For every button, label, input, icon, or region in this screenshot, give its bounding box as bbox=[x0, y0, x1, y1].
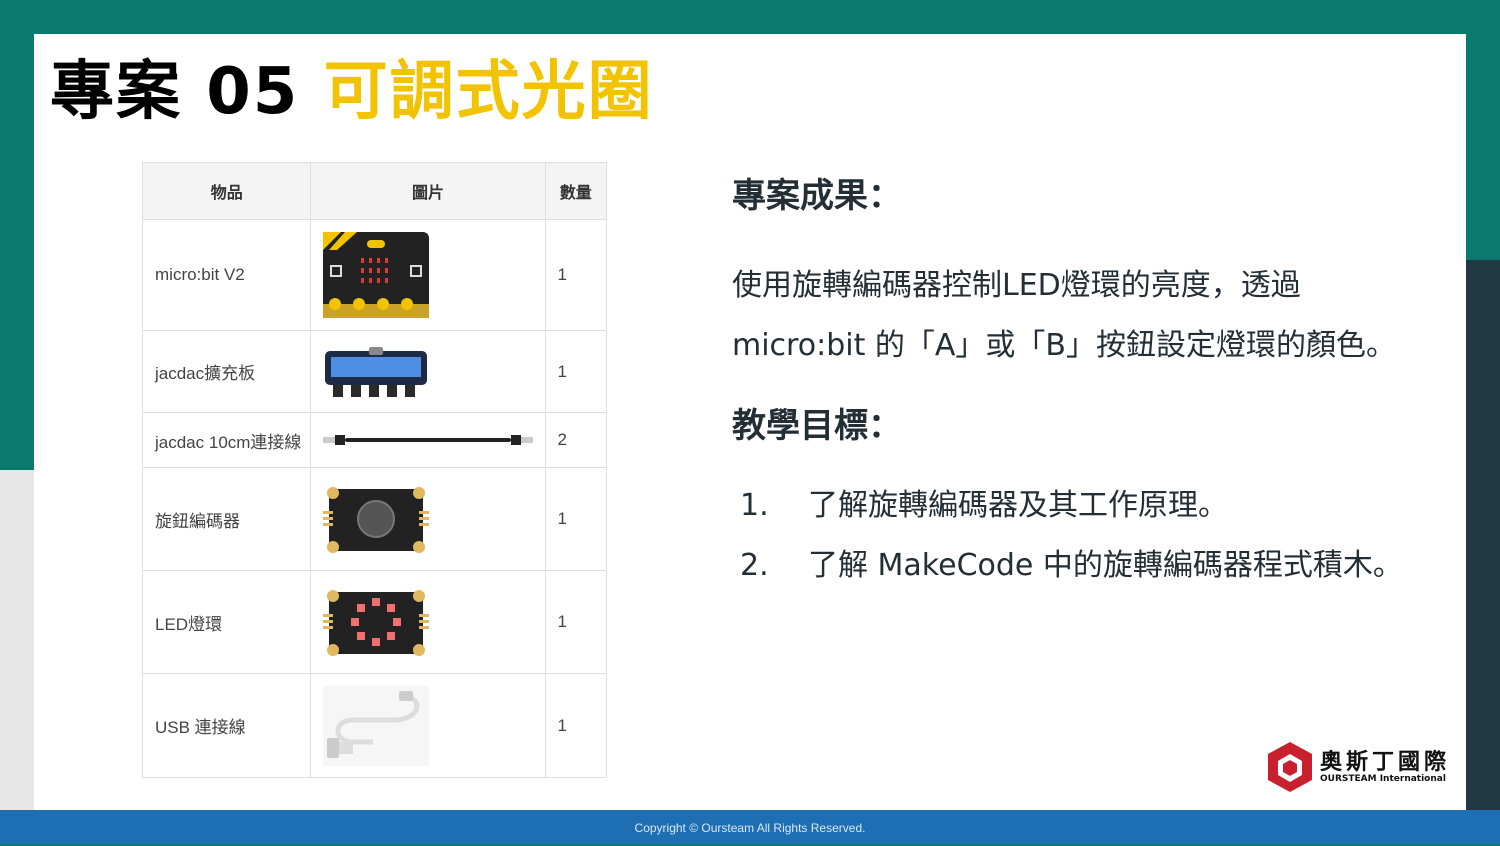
item-name: jacdac 10cm連接線 bbox=[141, 412, 312, 468]
goal-number: 1. bbox=[740, 488, 769, 523]
goals-heading: 教學目標： bbox=[732, 406, 902, 446]
item-name: LED燈環 bbox=[141, 570, 312, 674]
item-name: jacdac擴充板 bbox=[141, 330, 312, 413]
goal-text: 了解旋轉編碼器及其工作原理。 bbox=[808, 488, 1228, 523]
table-row: LED燈環 1 bbox=[141, 570, 608, 674]
item-quantity: 1 bbox=[544, 330, 608, 413]
title-highlight: 可調式光圈 bbox=[323, 55, 654, 129]
item-name: 旋鈕編碼器 bbox=[141, 467, 312, 571]
logo-name: 奧斯丁國際 bbox=[1320, 750, 1451, 775]
header-image: 圖片 bbox=[310, 162, 546, 220]
result-line-1: 使用旋轉編碼器控制LED燈環的亮度，透過 bbox=[732, 268, 1301, 303]
jacdac-expansion-board-image bbox=[310, 330, 546, 413]
result-line-2: micro:bit 的「A」或「B」按鈕設定燈環的顏色。 bbox=[732, 328, 1396, 363]
parts-table: 物品 圖片 數量 micro:bit V2 1 jacdac擴充板 1 jacd… bbox=[141, 162, 608, 778]
footer-copyright: Copyright © Oursteam All Rights Reserved… bbox=[0, 810, 1500, 844]
table-row: jacdac擴充板 1 bbox=[141, 330, 608, 413]
page-title: 專案 05 可調式光圈 bbox=[50, 52, 654, 132]
company-logo: 奧斯丁國際 OURSTEAM International bbox=[1268, 742, 1458, 796]
item-quantity: 1 bbox=[544, 673, 608, 778]
item-quantity: 1 bbox=[544, 219, 608, 331]
microbit-board-image bbox=[310, 219, 546, 331]
goal-number: 2. bbox=[740, 548, 769, 583]
item-quantity: 1 bbox=[544, 570, 608, 674]
background-dark-band bbox=[1460, 260, 1500, 844]
usb-cable-image bbox=[310, 673, 546, 778]
table-row: micro:bit V2 1 bbox=[141, 219, 608, 331]
header-item: 物品 bbox=[141, 162, 312, 220]
result-heading: 專案成果： bbox=[732, 176, 902, 216]
logo-subtitle: OURSTEAM International bbox=[1320, 774, 1446, 784]
result-description: 使用旋轉編碼器控制LED燈環的亮度，透過 micro:bit 的「A」或「B」按… bbox=[732, 256, 1422, 376]
title-prefix: 專案 05 bbox=[50, 55, 324, 129]
item-name: micro:bit V2 bbox=[141, 219, 312, 331]
rotary-encoder-image bbox=[310, 467, 546, 571]
item-quantity: 2 bbox=[544, 412, 608, 468]
item-name: USB 連接線 bbox=[141, 673, 312, 778]
goal-text: 了解 MakeCode 中的旋轉編碼器程式積木。 bbox=[808, 548, 1403, 583]
table-row: USB 連接線 1 bbox=[141, 673, 608, 778]
jacdac-cable-image bbox=[310, 412, 546, 468]
header-quantity: 數量 bbox=[544, 162, 608, 220]
led-ring-image bbox=[310, 570, 546, 674]
item-quantity: 1 bbox=[544, 467, 608, 571]
table-header-row: 物品 圖片 數量 bbox=[141, 162, 608, 220]
table-row: 旋鈕編碼器 1 bbox=[141, 467, 608, 571]
slide: 專案 05 可調式光圈 物品 圖片 數量 micro:bit V2 1 jacd… bbox=[34, 34, 1466, 810]
table-row: jacdac 10cm連接線 2 bbox=[141, 412, 608, 468]
logo-cube-icon bbox=[1268, 742, 1312, 792]
